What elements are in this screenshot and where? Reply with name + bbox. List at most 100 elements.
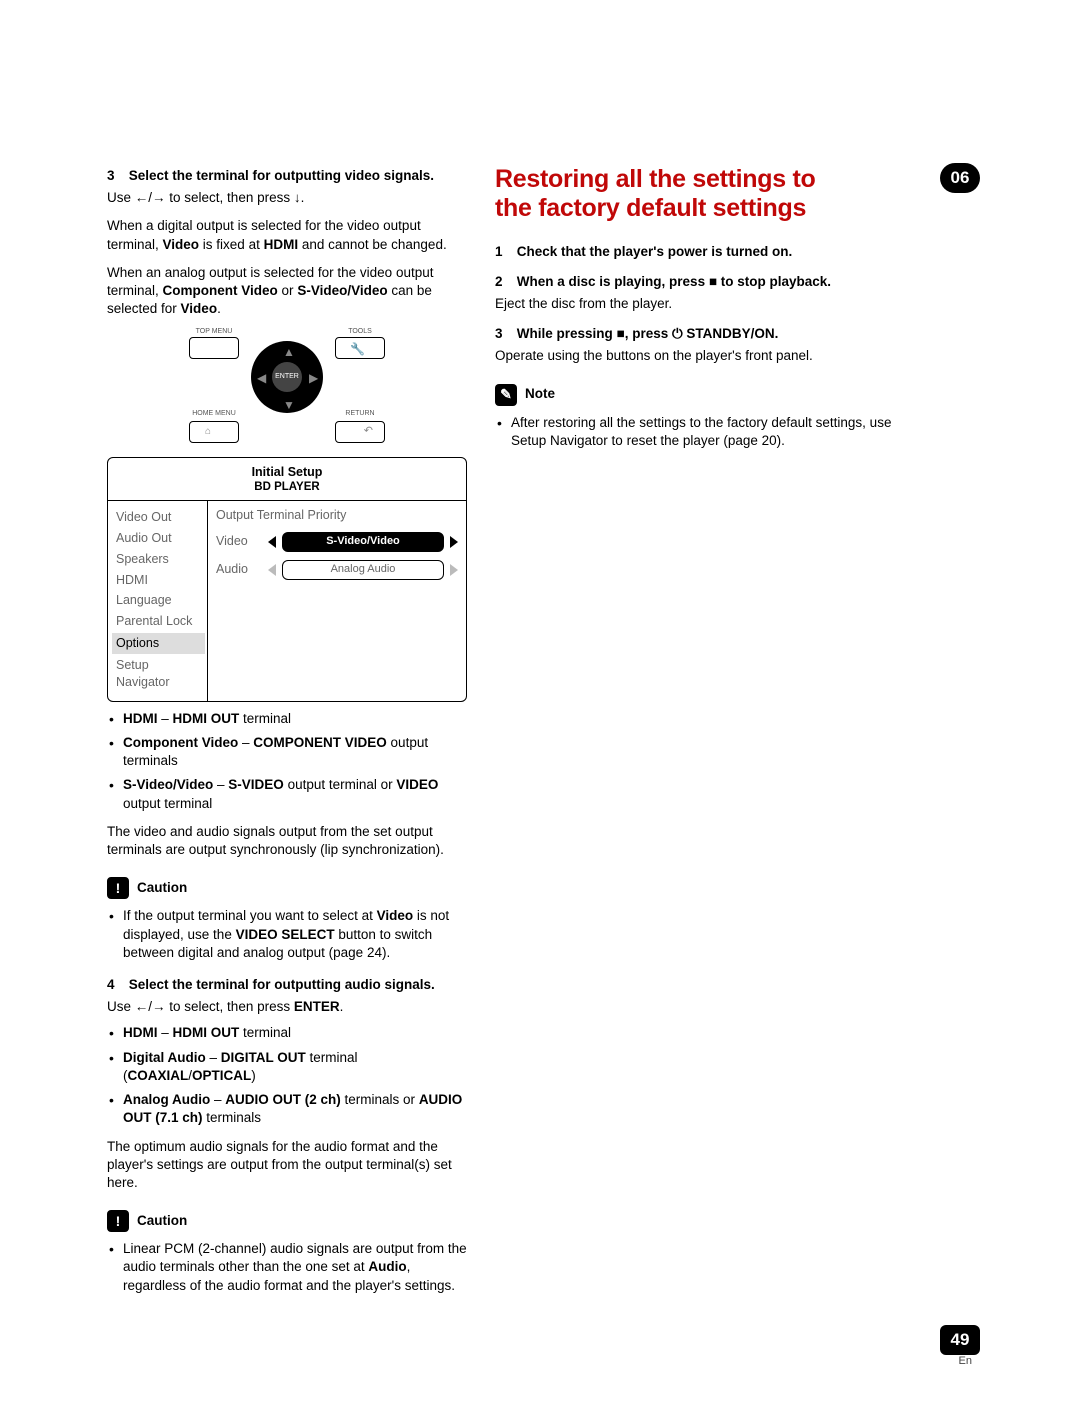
return-icon: ↶	[364, 424, 373, 439]
text-bold: HDMI	[123, 711, 158, 726]
osd-menu-item: Setup Navigator	[116, 655, 201, 693]
step-title: Check that the player's power is turned …	[517, 244, 793, 259]
text: Use	[107, 999, 135, 1014]
label-tools: TOOLS	[335, 327, 385, 336]
caution-callout: ! Caution	[107, 877, 467, 899]
audio-terminals-list: HDMI – HDMI OUT terminal Digital Audio –…	[107, 1024, 467, 1127]
text-bold: HDMI OUT	[173, 711, 240, 726]
right-arrow-icon	[152, 999, 166, 1014]
text: While pressing	[517, 326, 617, 341]
osd-detail-title: Output Terminal Priority	[216, 507, 458, 524]
osd-detail: Output Terminal Priority Video S-Video/V…	[208, 501, 466, 701]
text-bold: COAXIAL	[128, 1068, 189, 1083]
digital-output-note: When a digital output is selected for th…	[107, 217, 467, 253]
text: to select, then press	[166, 190, 294, 205]
text: or	[278, 283, 298, 298]
triangle-right-icon	[450, 564, 458, 576]
osd-menu-item: Parental Lock	[116, 611, 201, 632]
osd-menu-item: Language	[116, 590, 201, 611]
power-icon	[672, 326, 683, 341]
step-3-line: Operate using the buttons on the player'…	[495, 347, 895, 365]
home-icon: ⌂	[205, 425, 211, 439]
osd-row-video: Video S-Video/Video	[216, 532, 458, 552]
osd-menu-item-selected: Options	[112, 633, 205, 654]
text: When a disc is playing, press	[517, 274, 709, 289]
text: is fixed at	[199, 237, 264, 252]
step-1-heading: 1 Check that the player's power is turne…	[495, 243, 895, 261]
left-arrow-icon	[135, 999, 149, 1014]
step-3-instruction: Use / to select, then press .	[107, 189, 467, 207]
text-bold: Video	[377, 908, 414, 923]
analog-output-note: When an analog output is selected for th…	[107, 264, 467, 319]
caution-list: If the output terminal you want to selec…	[107, 907, 467, 962]
list-item: HDMI – HDMI OUT terminal	[107, 710, 467, 728]
text-bold: VIDEO SELECT	[236, 927, 335, 942]
text-bold: COMPONENT VIDEO	[253, 735, 387, 750]
text: )	[251, 1068, 256, 1083]
text-bold: HDMI OUT	[173, 1025, 240, 1040]
list-item: Analog Audio – AUDIO OUT (2 ch) terminal…	[107, 1091, 467, 1127]
list-item: Linear PCM (2-channel) audio signals are…	[107, 1240, 467, 1295]
text: output terminal or	[284, 777, 397, 792]
text: –	[158, 711, 173, 726]
step-number: 1	[495, 243, 513, 261]
list-item: S-Video/Video – S-VIDEO output terminal …	[107, 776, 467, 812]
section-heading: Restoring all the settings to the factor…	[495, 165, 895, 223]
text-bold: OPTICAL	[192, 1068, 251, 1083]
text-bold: AUDIO OUT (2 ch)	[225, 1092, 341, 1107]
remote-diagram: TOP MENU TOOLS HOME MENU RETURN 🔧 ⌂ ↶ ▲ …	[107, 337, 467, 443]
right-column: Restoring all the settings to the factor…	[495, 165, 895, 1295]
chapter-badge: 06	[940, 163, 980, 193]
triangle-right-icon	[450, 536, 458, 548]
step-3-heading: 3 While pressing , press STANDBY/ON.	[495, 325, 895, 343]
stop-icon	[709, 274, 717, 289]
text: terminal	[239, 711, 291, 726]
caution-icon: !	[107, 1210, 129, 1232]
text-bold: S-Video/Video	[297, 283, 387, 298]
page-language: En	[959, 1354, 972, 1369]
nav-right-icon: ▶	[309, 370, 318, 386]
text-bold: Component Video	[163, 283, 278, 298]
step-title: Select the terminal for outputting audio…	[129, 977, 435, 992]
text: STANDBY/ON.	[683, 326, 779, 341]
text-bold: Component Video	[123, 735, 238, 750]
text: –	[238, 735, 253, 750]
text: output terminal	[123, 796, 212, 811]
text-bold: VIDEO	[396, 777, 438, 792]
text: to stop playback.	[717, 274, 831, 289]
top-menu-button	[189, 337, 239, 359]
list-item: After restoring all the settings to the …	[495, 414, 895, 450]
osd-row-label: Audio	[216, 561, 262, 578]
step-number: 3	[495, 325, 513, 343]
video-terminals-list: HDMI – HDMI OUT terminal Component Video…	[107, 710, 467, 813]
text-bold: Digital Audio	[123, 1050, 206, 1065]
return-button	[335, 421, 385, 443]
text: Use	[107, 190, 135, 205]
step-title: While pressing , press STANDBY/ON.	[517, 326, 779, 341]
step-title: When a disc is playing, press to stop pl…	[517, 274, 831, 289]
label-home-menu: HOME MENU	[189, 409, 239, 418]
home-menu-button	[189, 421, 239, 443]
label-top-menu: TOP MENU	[189, 327, 239, 336]
osd-value-selected: S-Video/Video	[282, 532, 444, 552]
step-4-heading: 4 Select the terminal for outputting aud…	[107, 976, 467, 994]
text: –	[213, 777, 228, 792]
osd-menu-item: Audio Out	[116, 528, 201, 549]
text: terminals or	[341, 1092, 419, 1107]
optimum-note: The optimum audio signals for the audio …	[107, 1138, 467, 1193]
stop-icon	[617, 326, 625, 341]
list-item: HDMI – HDMI OUT terminal	[107, 1024, 467, 1042]
triangle-left-icon	[268, 536, 276, 548]
text-bold: S-Video/Video	[123, 777, 213, 792]
list-item: Component Video – COMPONENT VIDEO output…	[107, 734, 467, 770]
step-title: Select the terminal for outputting video…	[129, 168, 434, 183]
caution-icon: !	[107, 877, 129, 899]
page-content: 3 Select the terminal for outputting vid…	[0, 0, 1080, 1335]
left-column: 3 Select the terminal for outputting vid…	[107, 165, 467, 1295]
osd-menu-item: Speakers	[116, 549, 201, 570]
text-bold: HDMI	[264, 237, 299, 252]
step-2-heading: 2 When a disc is playing, press to stop …	[495, 273, 895, 291]
text: Linear PCM (2-channel) audio signals are…	[123, 1241, 467, 1274]
down-arrow-icon	[294, 190, 301, 205]
caution-callout-2: ! Caution	[107, 1210, 467, 1232]
